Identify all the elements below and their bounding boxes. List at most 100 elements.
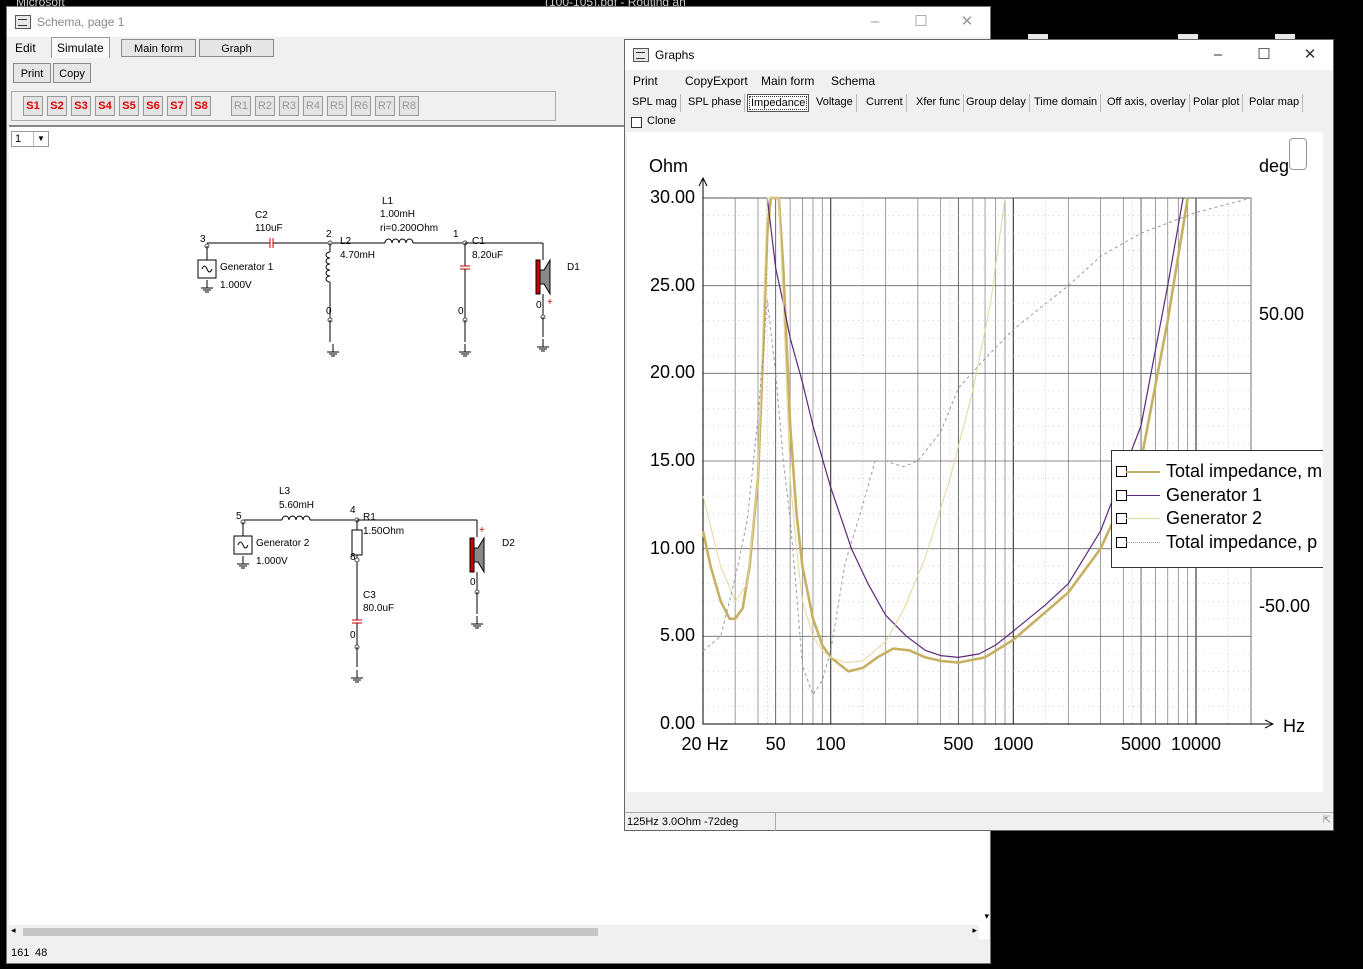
sim-button-r7[interactable]: R7 <box>375 96 395 116</box>
graphs-menu-copy[interactable]: Copy <box>685 74 713 88</box>
graphs-status-bar: 125Hz 3.0Ohm -72deg ⇱ <box>625 812 1333 831</box>
tab-simulate[interactable]: Simulate <box>51 37 110 58</box>
clone-label: Clone <box>647 115 676 127</box>
c3-name: C3 <box>363 590 376 601</box>
tab-time-domain[interactable]: Time domain <box>1031 94 1102 112</box>
c1-value: 8.20uF <box>472 250 504 261</box>
graphs-menu-schema[interactable]: Schema <box>831 74 875 88</box>
sim-button-r5[interactable]: R5 <box>327 96 347 116</box>
resize-grip-icon[interactable]: ⇱ <box>1323 815 1331 826</box>
copy-button[interactable]: Copy <box>53 63 91 83</box>
schema-titlebar[interactable]: Schema, page 1 – ☐ ✕ <box>7 7 990 37</box>
sim-button-s2[interactable]: S2 <box>47 96 67 116</box>
legend-item[interactable]: Total impedance, p <box>1112 532 1323 552</box>
graphs-menu-print[interactable]: Print <box>633 74 658 88</box>
sim-button-r3[interactable]: R3 <box>279 96 299 116</box>
plus-icon: + <box>547 297 553 308</box>
sim-button-r8[interactable]: R8 <box>399 96 419 116</box>
schema-title: Schema, page 1 <box>37 15 125 29</box>
l3-value: 5.60mH <box>279 500 315 511</box>
tab-edit[interactable]: Edit <box>15 41 36 55</box>
sim-button-r4[interactable]: R4 <box>303 96 323 116</box>
tab-impedance[interactable]: Impedance <box>747 94 810 112</box>
node-1: 1 <box>453 229 459 240</box>
tab-spl-phase[interactable]: SPL phase <box>685 94 746 112</box>
gen2-value: 1.000V <box>256 556 288 567</box>
tab-spl-mag[interactable]: SPL mag <box>629 94 681 112</box>
graphs-menu-export[interactable]: Export <box>713 74 748 88</box>
legend-label: Total impedance, p <box>1166 531 1318 552</box>
status-x: 161 <box>11 947 30 959</box>
legend-item[interactable]: Generator 1 <box>1112 485 1323 505</box>
minimize-icon[interactable]: – <box>1195 40 1241 70</box>
l1-ri: ri=0.200Ohm <box>380 223 439 234</box>
maximize-icon[interactable]: ☐ <box>898 7 944 37</box>
capacitor-icon <box>269 238 274 248</box>
ground-icon <box>201 280 213 293</box>
sim-button-r1[interactable]: R1 <box>231 96 251 116</box>
sim-button-s4[interactable]: S4 <box>95 96 115 116</box>
main-form-button[interactable]: Main form <box>121 39 196 57</box>
scroll-left-icon[interactable]: ◂ <box>11 925 16 936</box>
y-tick-label: 5.00 <box>659 625 695 646</box>
y2-tick-label: -50.00 <box>1259 596 1311 617</box>
legend-item[interactable]: Generator 2 <box>1112 508 1323 528</box>
sim-button-r6[interactable]: R6 <box>351 96 371 116</box>
tab-voltage[interactable]: Voltage <box>813 94 857 112</box>
clone-checkbox[interactable] <box>631 117 642 128</box>
sim-button-s5[interactable]: S5 <box>119 96 139 116</box>
sim-button-s1[interactable]: S1 <box>23 96 43 116</box>
x-tick-label: 100 <box>815 734 846 754</box>
sim-button-s8[interactable]: S8 <box>191 96 211 116</box>
scroll-down-icon[interactable]: ▾ <box>984 911 989 922</box>
close-icon[interactable]: ✕ <box>944 7 990 37</box>
graphs-titlebar[interactable]: Graphs – ☐ ✕ <box>625 40 1333 70</box>
horizontal-scrollbar[interactable]: ▸ ◂ <box>9 925 979 939</box>
graphs-menu-main-form[interactable]: Main form <box>761 74 814 88</box>
ground-icon <box>327 344 339 357</box>
sim-button-r2[interactable]: R2 <box>255 96 275 116</box>
y-tick-label: 10.00 <box>649 537 695 558</box>
ground-icon <box>537 339 549 352</box>
tab-xfer-func[interactable]: Xfer func <box>913 94 965 112</box>
scrollbar-thumb[interactable] <box>23 928 598 936</box>
c1-name: C1 <box>472 236 485 247</box>
minimize-icon[interactable]: – <box>852 7 898 37</box>
close-icon[interactable]: ✕ <box>1287 40 1333 70</box>
scroll-right-icon[interactable]: ▸ <box>972 925 977 936</box>
l3-name: L3 <box>279 486 291 497</box>
d1-label: D1 <box>567 262 580 273</box>
sim-button-s3[interactable]: S3 <box>71 96 91 116</box>
l2-value: 4.70mH <box>340 250 376 261</box>
l1-name: L1 <box>382 196 394 207</box>
node-0: 0 <box>470 577 476 588</box>
sim-button-s7[interactable]: S7 <box>167 96 187 116</box>
tab-current[interactable]: Current <box>863 94 907 112</box>
capacitor-icon <box>460 265 470 270</box>
legend-swatch <box>1126 494 1160 496</box>
node-0: 0 <box>350 630 356 641</box>
y-tick-label: 15.00 <box>649 450 695 470</box>
node-0: 0 <box>326 306 332 317</box>
tab-off-axis-overlay[interactable]: Off axis, overlay <box>1104 94 1190 112</box>
plus-icon: + <box>479 525 485 536</box>
tab-polar-plot[interactable]: Polar plot <box>1190 94 1244 112</box>
print-button[interactable]: Print <box>13 63 51 83</box>
x-tick-label: 20 Hz <box>681 734 729 754</box>
app-icon <box>15 15 31 29</box>
ground-icon <box>351 670 363 683</box>
sim-button-s6[interactable]: S6 <box>143 96 163 116</box>
ground-icon <box>471 616 483 629</box>
legend-label: Generator 2 <box>1166 508 1263 528</box>
r1-value: 1.50Ohm <box>363 526 405 537</box>
plot-panel[interactable]: Ohm deg Hz 0.00 5.00 10.00 15.00 20.00 25.00 3… <box>627 132 1323 792</box>
tab-group-delay[interactable]: Group delay <box>963 94 1030 112</box>
legend-item[interactable]: Total impedance, m <box>1112 461 1323 481</box>
y-tick-label: 25.00 <box>649 274 695 295</box>
graph-button[interactable]: Graph <box>199 39 274 57</box>
node-5: 5 <box>236 511 242 522</box>
tab-polar-map[interactable]: Polar map <box>1246 94 1304 112</box>
legend: Total impedance, m Generator 1 Generator 2… <box>1111 450 1323 568</box>
maximize-icon[interactable]: ☐ <box>1241 40 1287 70</box>
legend-swatch <box>1126 541 1160 543</box>
